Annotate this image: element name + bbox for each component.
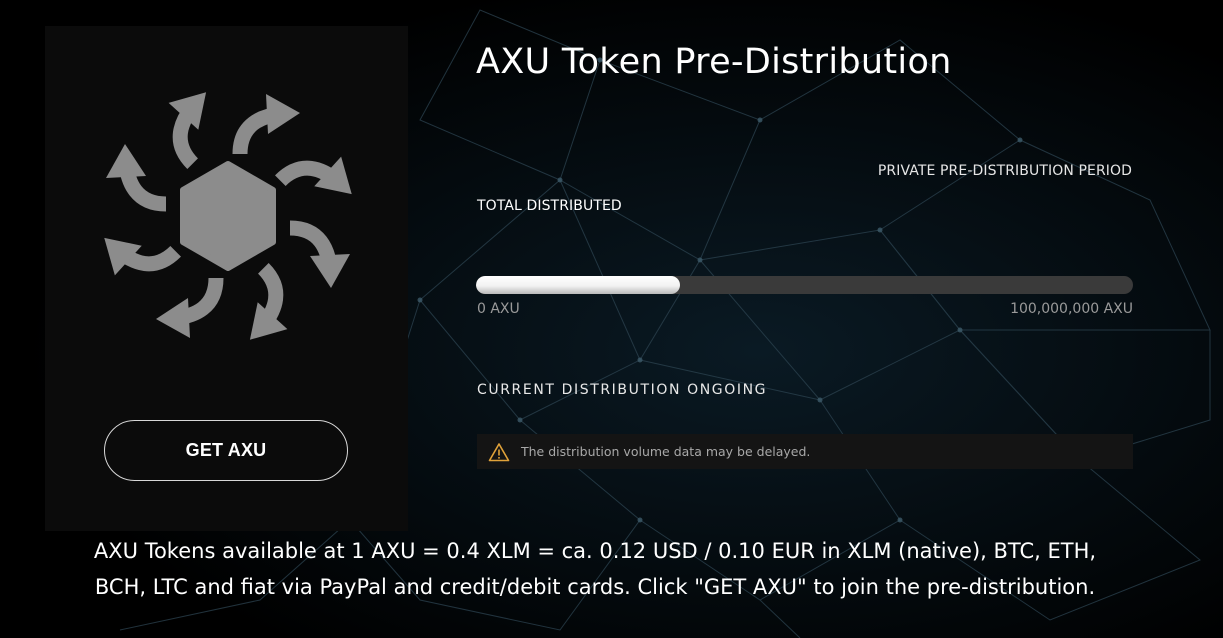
total-distributed-label: TOTAL DISTRIBUTED bbox=[477, 198, 622, 214]
distribution-progress-bar bbox=[476, 276, 1133, 294]
distribution-progress-fill bbox=[476, 276, 680, 294]
get-axu-button[interactable]: GET AXU bbox=[104, 420, 348, 481]
progress-min-label: 0 AXU bbox=[477, 301, 520, 317]
warning-triangle-icon bbox=[488, 442, 510, 461]
distribution-status-label: CURRENT DISTRIBUTION ONGOING bbox=[477, 382, 768, 398]
distribution-period-label: PRIVATE PRE-DISTRIBUTION PERIOD bbox=[877, 163, 1132, 179]
footer-line-2: BCH, LTC and fiat via PayPal and credit/… bbox=[94, 575, 1096, 599]
delay-notice-text: The distribution volume data may be dela… bbox=[521, 444, 811, 459]
get-axu-button-label: GET AXU bbox=[185, 440, 267, 460]
footer-info: AXU Tokens available at 1 AXU = 0.4 XLM … bbox=[30, 533, 1160, 605]
delay-notice: The distribution volume data may be dela… bbox=[477, 434, 1133, 469]
axu-logo-icon bbox=[92, 80, 364, 352]
page-title: AXU Token Pre-Distribution bbox=[476, 42, 952, 82]
footer-line-1: AXU Tokens available at 1 AXU = 0.4 XLM … bbox=[93, 539, 1097, 563]
progress-max-label: 100,000,000 AXU bbox=[1010, 301, 1133, 317]
